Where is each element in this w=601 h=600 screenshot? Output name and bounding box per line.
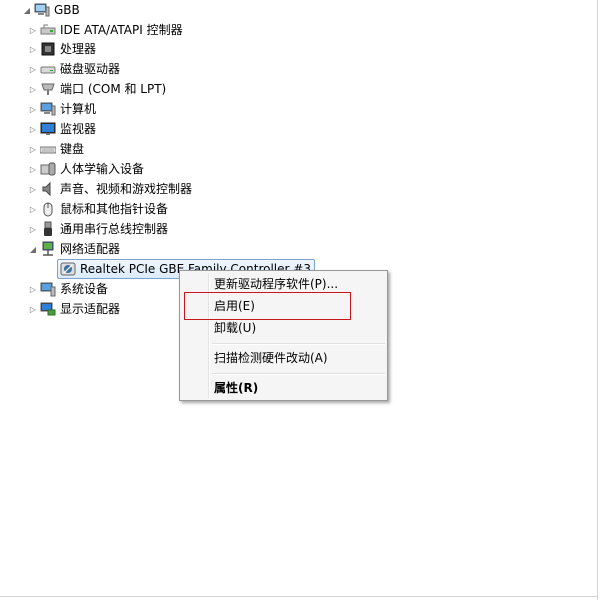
window-bottom-border (0, 596, 598, 597)
expand-arrow-icon[interactable]: ▷ (28, 139, 38, 159)
collapse-arrow-icon[interactable]: ◢ (22, 0, 32, 20)
tree-item-hid[interactable]: ▷ 人体学输入设备 (28, 159, 144, 179)
expand-arrow-icon[interactable]: ▷ (28, 79, 38, 99)
menu-separator (212, 373, 385, 375)
tree-item-label: 监视器 (60, 122, 97, 136)
tree-root-gbb[interactable]: ◢ GBB (22, 0, 80, 20)
expand-arrow-icon[interactable]: ▷ (28, 119, 38, 139)
tree-item-system-devices[interactable]: ▷ 系统设备 (28, 279, 108, 299)
tree-item-monitor[interactable]: ▷ 监视器 (28, 119, 96, 139)
network-card-icon (60, 261, 76, 277)
expand-arrow-icon[interactable]: ▷ (28, 159, 38, 179)
menu-item-properties[interactable]: 属性(R) (182, 377, 385, 399)
tree-item-label: 计算机 (60, 102, 97, 116)
mouse-icon (40, 201, 56, 217)
collapse-arrow-icon[interactable]: ◢ (28, 239, 38, 259)
port-icon (40, 81, 56, 97)
computer-icon (34, 2, 50, 18)
speaker-icon (40, 181, 56, 197)
expand-arrow-icon[interactable]: ▷ (28, 219, 38, 239)
keyboard-icon (40, 141, 56, 157)
tree-item-label: IDE ATA/ATAPI 控制器 (60, 23, 183, 37)
menu-item-scan-hardware[interactable]: 扫描检测硬件改动(A) (182, 347, 385, 369)
tree-item-label: 显示适配器 (60, 302, 121, 316)
context-menu: 更新驱动程序软件(P)... 启用(E) 卸载(U) 扫描检测硬件改动(A) 属… (179, 270, 388, 401)
tree-item-label: 网络适配器 (60, 242, 121, 256)
expand-arrow-icon[interactable]: ▷ (28, 279, 38, 299)
processor-icon (40, 41, 56, 57)
expand-arrow-icon[interactable]: ▷ (28, 20, 38, 40)
tree-item-label: 键盘 (60, 142, 85, 156)
menu-item-uninstall[interactable]: 卸载(U) (182, 317, 385, 339)
tree-item-display-adapter[interactable]: ▷ 显示适配器 (28, 299, 120, 319)
expand-arrow-icon[interactable]: ▷ (28, 179, 38, 199)
expand-arrow-icon[interactable]: ▷ (28, 59, 38, 79)
tree-item-label: 系统设备 (60, 282, 109, 296)
network-adapter-icon (40, 241, 56, 257)
tree-item-network-adapter[interactable]: ◢ 网络适配器 (28, 239, 120, 259)
tree-item-label: 人体学输入设备 (60, 162, 145, 176)
expand-arrow-icon[interactable]: ▷ (28, 299, 38, 319)
tree-item-label: 通用串行总线控制器 (60, 222, 169, 236)
expand-arrow-icon[interactable]: ▷ (28, 99, 38, 119)
window-right-border (597, 0, 598, 600)
tree-item-sound[interactable]: ▷ 声音、视频和游戏控制器 (28, 179, 192, 199)
annotation-highlight-box (184, 292, 351, 320)
computer-icon (40, 101, 56, 117)
tree-item-processor[interactable]: ▷ 处理器 (28, 39, 96, 59)
tree-item-computer[interactable]: ▷ 计算机 (28, 99, 96, 119)
tree-item-label: 处理器 (60, 42, 97, 56)
monitor-icon (40, 121, 56, 137)
tree-item-disk-drive[interactable]: ▷ 磁盘驱动器 (28, 59, 120, 79)
ide-controller-icon (40, 22, 56, 38)
tree-item-label: 端口 (COM 和 LPT) (60, 82, 167, 96)
disk-drive-icon (40, 61, 56, 77)
tree-item-ports[interactable]: ▷ 端口 (COM 和 LPT) (28, 79, 166, 99)
tree-root-label: GBB (54, 3, 80, 17)
tree-item-usb[interactable]: ▷ 通用串行总线控制器 (28, 219, 168, 239)
tree-item-label: 声音、视频和游戏控制器 (60, 182, 193, 196)
hid-icon (40, 161, 56, 177)
tree-item-label: 磁盘驱动器 (60, 62, 121, 76)
tree-item-ide-controller[interactable]: ▷ IDE ATA/ATAPI 控制器 (28, 20, 183, 40)
usb-icon (40, 221, 56, 237)
tree-item-mouse[interactable]: ▷ 鼠标和其他指针设备 (28, 199, 168, 219)
tree-item-label: 鼠标和其他指针设备 (60, 202, 169, 216)
display-adapter-icon (40, 301, 56, 317)
menu-separator (212, 343, 385, 345)
system-device-icon (40, 281, 56, 297)
tree-item-keyboard[interactable]: ▷ 键盘 (28, 139, 84, 159)
expand-arrow-icon[interactable]: ▷ (28, 39, 38, 59)
expand-arrow-icon[interactable]: ▷ (28, 199, 38, 219)
